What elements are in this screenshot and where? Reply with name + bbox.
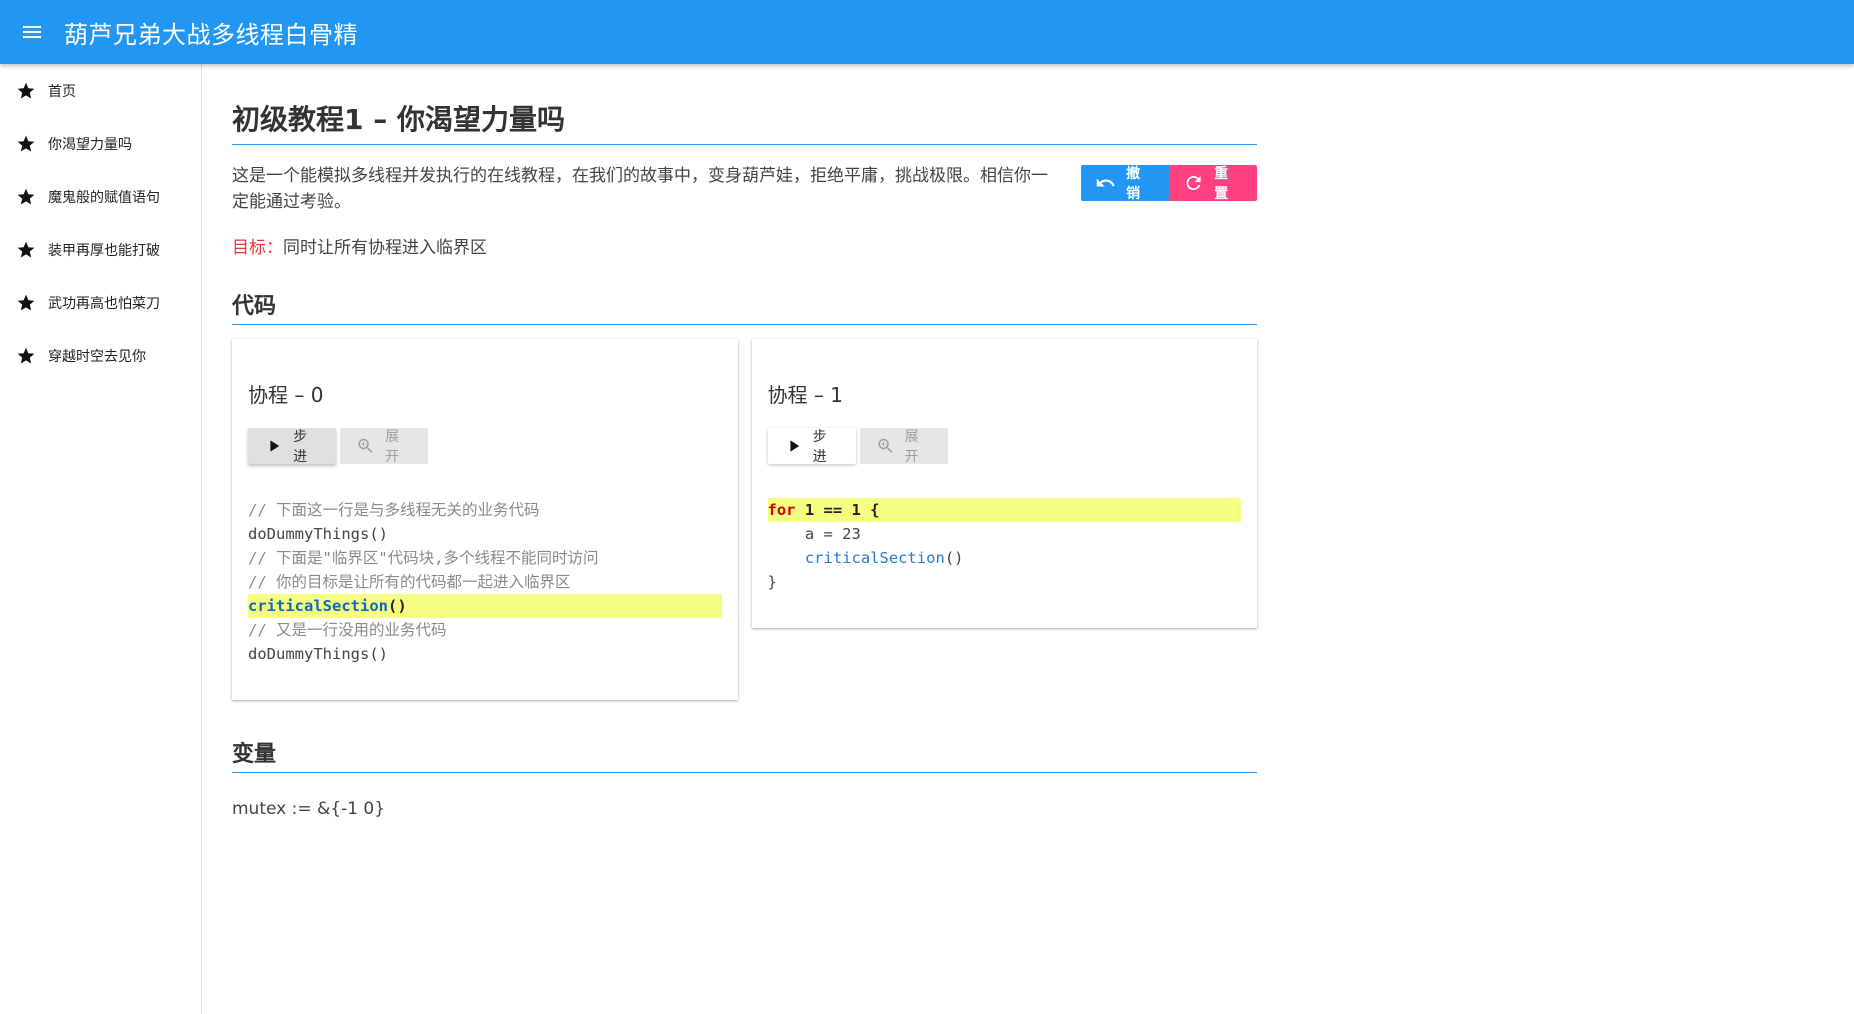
zoom-in-icon [877, 438, 892, 453]
app-bar: 葫芦兄弟大战多线程白骨精 [0, 0, 1854, 64]
sidebar-item-label: 武功再高也怕菜刀 [48, 295, 160, 312]
star-icon [17, 135, 35, 151]
sidebar-item-label: 魔鬼般的赋值语句 [48, 189, 160, 206]
sidebar-item-home[interactable]: 首页 [0, 64, 201, 117]
sidebar-item-label: 穿越时空去见你 [48, 348, 146, 365]
undo-label: 撤销 [1126, 166, 1141, 202]
sidebar-item-armor[interactable]: 装甲再厚也能打破 [0, 223, 201, 276]
coroutine-controls: 步进 展开 [248, 428, 722, 465]
app-title: 葫芦兄弟大战多线程白骨精 [64, 20, 358, 49]
code-line-current: for 1 == 1 { [767, 498, 1241, 522]
code-line: // 你的目标是让所有的代码都一起进入临界区 [248, 573, 571, 591]
goal-label: 目标： [232, 238, 283, 258]
code-line: doDummyThings() [248, 645, 388, 663]
step-label: 步进 [293, 429, 308, 465]
sidebar-item-assignment[interactable]: 魔鬼般的赋值语句 [0, 170, 201, 223]
code-line: } [767, 573, 777, 591]
code-block: for 1 == 1 { a = 23 criticalSection() } [767, 498, 1241, 628]
step-label: 步进 [812, 429, 827, 465]
play-icon [270, 440, 280, 452]
refresh-icon [1186, 175, 1201, 191]
code-line-current: criticalSection() [248, 594, 722, 618]
coroutine-card-0: 协程 – 0 步进 展开 // 下面这一行是与多线程无关的业务代码 doDumm… [232, 339, 738, 700]
code-section-title: 代码 [232, 288, 1257, 325]
reset-label: 重置 [1214, 166, 1229, 202]
reset-button[interactable]: 重置 [1169, 165, 1257, 202]
code-line: // 又是一行没用的业务代码 [248, 621, 447, 639]
coroutine-title: 协程 – 0 [248, 383, 324, 407]
sidebar-item-label: 装甲再厚也能打破 [48, 242, 160, 259]
coroutine-card-1: 协程 – 1 步进 展开 for 1 == 1 { a = 23 critica… [751, 339, 1257, 628]
menu-button[interactable] [0, 0, 64, 64]
menu-icon [23, 26, 41, 38]
star-icon [17, 241, 35, 257]
undo-icon [1096, 178, 1115, 187]
goal: 目标：同时让所有协程进入临界区 [232, 233, 1257, 258]
sidebar-item-kungfu[interactable]: 武功再高也怕菜刀 [0, 276, 201, 329]
goal-text: 同时让所有协程进入临界区 [283, 238, 487, 258]
star-icon [17, 294, 35, 310]
coroutine-title: 协程 – 1 [767, 383, 843, 407]
expand-label: 展开 [904, 429, 919, 465]
sidebar-item-timetravel[interactable]: 穿越时空去见你 [0, 329, 201, 382]
coroutine-cards: 协程 – 0 步进 展开 // 下面这一行是与多线程无关的业务代码 doDumm… [232, 339, 1257, 700]
expand-label: 展开 [385, 429, 400, 465]
star-icon [17, 82, 35, 98]
code-line: doDummyThings() [248, 525, 388, 543]
code-block: // 下面这一行是与多线程无关的业务代码 doDummyThings() // … [248, 498, 722, 700]
expand-button[interactable]: 展开 [859, 428, 948, 465]
star-icon [17, 188, 35, 204]
expand-button[interactable]: 展开 [340, 428, 428, 465]
zoom-in-icon [358, 438, 373, 453]
star-icon [17, 347, 35, 363]
sidebar-item-label: 你渴望力量吗 [48, 136, 132, 153]
sidebar-item-label: 首页 [48, 83, 76, 100]
code-line: // 下面是"临界区"代码块,多个线程不能同时访问 [248, 549, 599, 567]
step-button[interactable]: 步进 [767, 428, 856, 465]
variable-value: mutex := &{-1 0} [232, 799, 386, 819]
step-button[interactable]: 步进 [248, 428, 336, 465]
undo-button[interactable]: 撤销 [1081, 165, 1169, 202]
intro-row: 这是一个能模拟多线程并发执行的在线教程，在我们的故事中，变身葫芦娃，拒绝平庸，挑… [232, 163, 1257, 215]
vars-section-title: 变量 [232, 736, 1257, 773]
play-icon [789, 440, 799, 452]
sidebar: 首页 你渴望力量吗 魔鬼般的赋值语句 装甲再厚也能打破 武功再高也怕菜刀 穿越时… [0, 64, 202, 1014]
sidebar-item-power[interactable]: 你渴望力量吗 [0, 117, 201, 170]
coroutine-controls: 步进 展开 [767, 428, 1242, 465]
code-line: a = 23 [767, 525, 861, 543]
code-line: criticalSection() [804, 549, 964, 567]
code-line: // 下面这一行是与多线程无关的业务代码 [248, 501, 540, 519]
intro-text: 这是一个能模拟多线程并发执行的在线教程，在我们的故事中，变身葫芦娃，拒绝平庸，挑… [232, 166, 1048, 212]
main-content: 初级教程1 – 你渴望力量吗 这是一个能模拟多线程并发执行的在线教程，在我们的故… [232, 64, 1257, 1014]
action-group: 撤销 重置 [1081, 165, 1257, 202]
page-title: 初级教程1 – 你渴望力量吗 [232, 98, 1257, 145]
